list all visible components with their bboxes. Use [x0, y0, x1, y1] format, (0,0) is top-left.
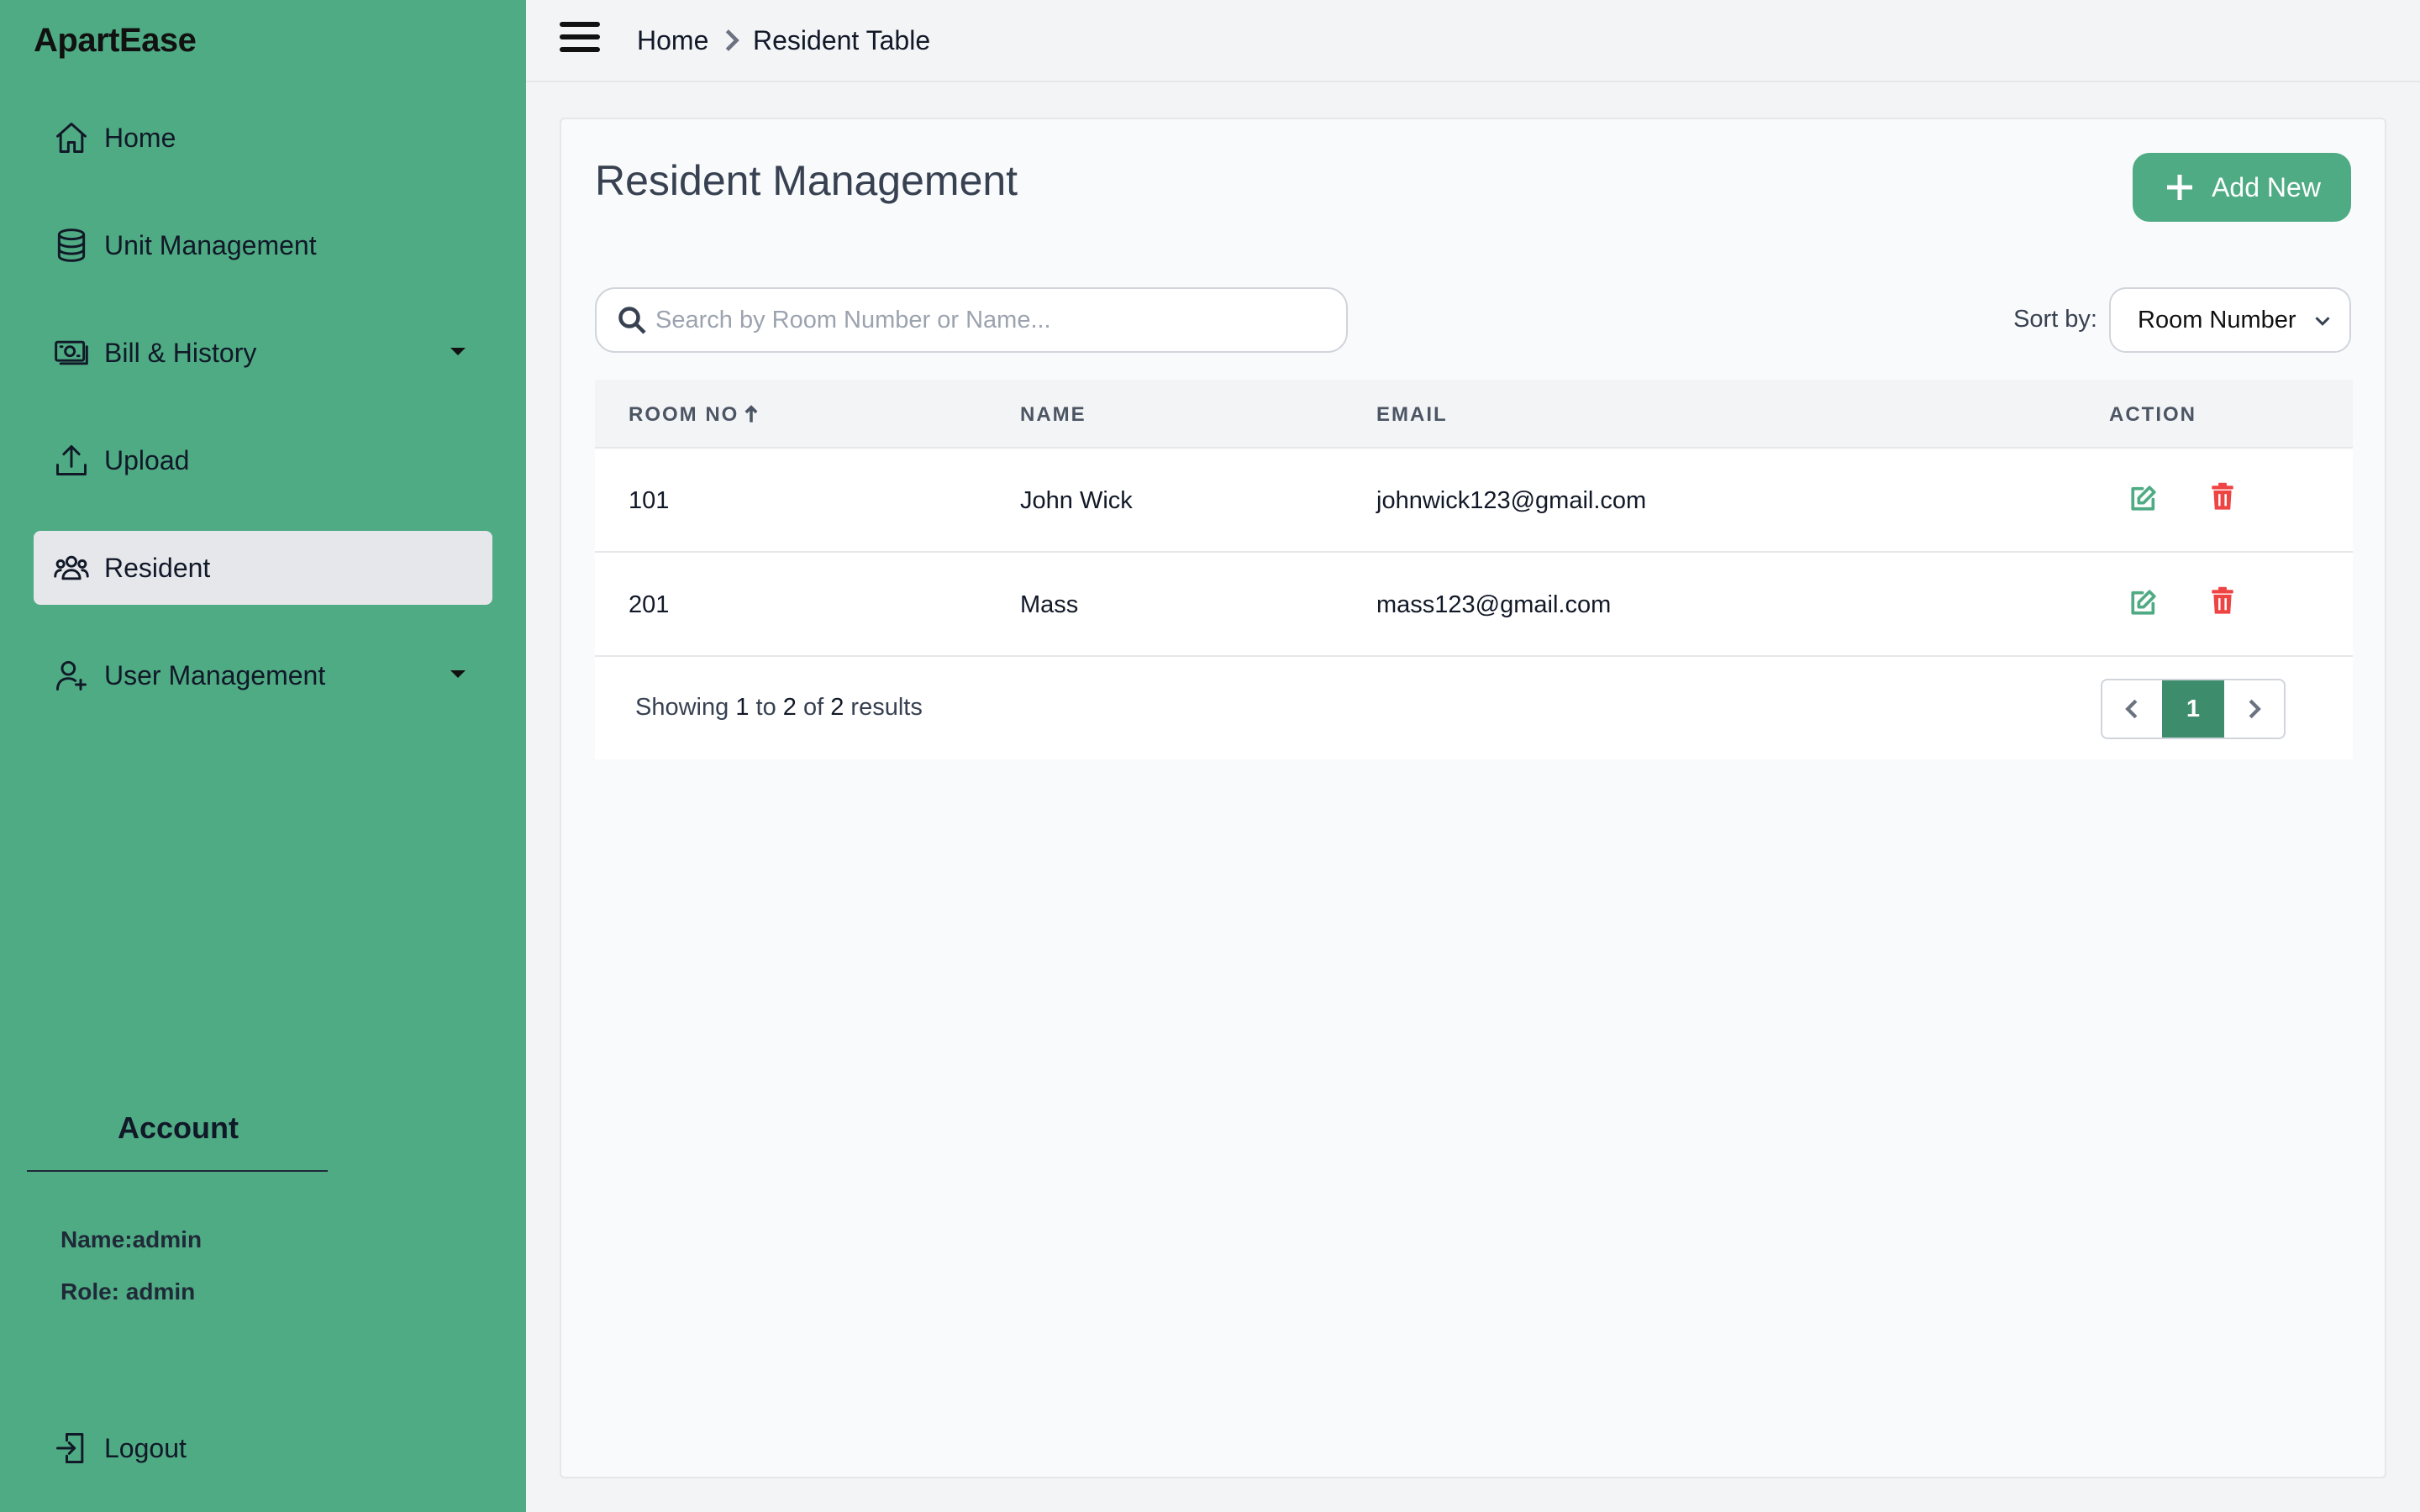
sidebar-item-label: User Management	[104, 659, 326, 690]
cell-room: 201	[629, 591, 670, 618]
cell-email: johnwick123@gmail.com	[1376, 487, 1647, 514]
edit-icon[interactable]	[2129, 588, 2158, 617]
top-bar: Home Resident Table	[526, 0, 2420, 82]
sort-ascending-icon	[744, 405, 758, 423]
page-title: Resident Management	[595, 157, 1018, 204]
caret-down-icon[interactable]	[450, 348, 466, 355]
main-card: Resident Management Add New Sort by: Roo…	[560, 118, 2386, 1478]
table-row: 101 John Wick johnwick123@gmail.com	[595, 449, 2353, 553]
sidebar-item-user-management[interactable]: User Management	[34, 638, 492, 712]
search-icon	[618, 307, 646, 334]
add-new-button[interactable]: Add New	[2133, 153, 2351, 222]
sort-label: Sort by:	[2013, 306, 2097, 333]
prev-page-button[interactable]	[2102, 680, 2162, 738]
sidebar-item-label: Bill & History	[104, 337, 257, 368]
database-icon	[52, 226, 91, 265]
column-header-room-no[interactable]: ROOM NO	[629, 403, 759, 427]
hamburger-menu-icon[interactable]	[560, 22, 600, 59]
page-number-button[interactable]: 1	[2161, 680, 2225, 738]
sidebar-item-unit-management[interactable]: Unit Management	[34, 208, 492, 282]
pagination: 1	[2101, 679, 2286, 739]
edit-icon[interactable]	[2129, 484, 2158, 512]
account-heading: Account	[118, 1110, 239, 1145]
add-new-label: Add New	[2212, 171, 2321, 202]
logout-label: Logout	[104, 1432, 187, 1463]
sort-selected-value: Room Number	[2138, 306, 2296, 333]
cell-name: John Wick	[1020, 487, 1133, 514]
breadcrumb-current: Resident Table	[753, 25, 931, 55]
plus-icon	[2167, 175, 2193, 200]
sort-select[interactable]: Room Number	[2109, 287, 2351, 353]
account-role: Role: admin	[60, 1278, 196, 1305]
brand-logo: ApartEase	[34, 22, 197, 59]
search-input[interactable]	[655, 306, 1328, 334]
trash-icon[interactable]	[2210, 482, 2235, 511]
user-plus-icon	[52, 656, 91, 695]
account-name: Name:admin	[60, 1226, 203, 1252]
results-summary: Showing 1 to 2 of 2 results	[635, 694, 923, 721]
resident-table: ROOM NO NAME EMAIL ACTION 101 John Wick …	[595, 380, 2353, 759]
cell-email: mass123@gmail.com	[1376, 591, 1612, 618]
column-header-action: ACTION	[2109, 403, 2196, 426]
column-header-name: NAME	[1020, 403, 1086, 426]
chevron-right-icon	[721, 28, 743, 53]
next-page-button[interactable]	[2224, 680, 2284, 738]
sidebar-item-resident[interactable]: Resident	[34, 531, 492, 605]
table-header: ROOM NO NAME EMAIL ACTION	[595, 380, 2353, 449]
sidebar: ApartEase Home Unit Management Bill & Hi…	[0, 0, 526, 1512]
table-row: 201 Mass mass123@gmail.com	[595, 553, 2353, 657]
breadcrumb-home[interactable]: Home	[637, 25, 708, 56]
sidebar-item-upload[interactable]: Upload	[34, 423, 492, 497]
account-divider	[27, 1170, 328, 1172]
caret-down-icon[interactable]	[450, 670, 466, 678]
users-icon	[52, 549, 91, 587]
sidebar-item-label: Upload	[104, 444, 190, 475]
chevron-left-icon	[2125, 699, 2138, 719]
sidebar-item-bill-history[interactable]: Bill & History	[34, 316, 492, 390]
chevron-down-icon	[2315, 317, 2330, 326]
sidebar-item-label: Unit Management	[104, 229, 317, 260]
sidebar-item-home[interactable]: Home	[34, 101, 492, 175]
cell-name: Mass	[1020, 591, 1079, 618]
trash-icon[interactable]	[2210, 586, 2235, 615]
chevron-right-icon	[2249, 699, 2261, 719]
upload-icon	[52, 441, 91, 480]
money-icon	[52, 333, 91, 372]
cell-room: 101	[629, 487, 670, 514]
logout-icon	[52, 1429, 91, 1467]
home-icon	[52, 118, 91, 157]
logout-button[interactable]: Logout	[34, 1411, 492, 1485]
sidebar-item-label: Resident	[104, 552, 211, 583]
sidebar-item-label: Home	[104, 122, 176, 153]
search-box	[595, 287, 1348, 353]
table-footer: Showing 1 to 2 of 2 results 1	[595, 657, 2353, 759]
column-header-email: EMAIL	[1376, 403, 1448, 426]
